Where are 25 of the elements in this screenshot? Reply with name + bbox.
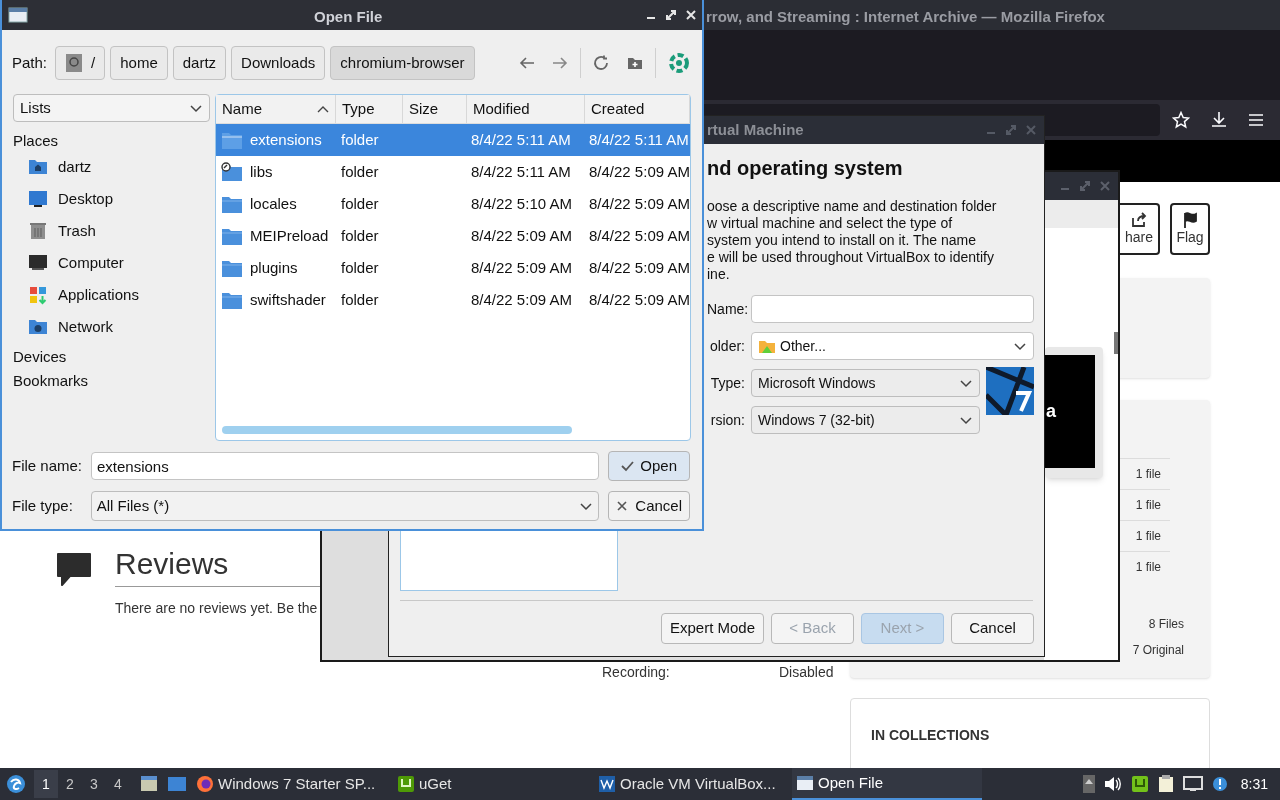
reviews-message: There are no reviews yet. Be the (115, 599, 318, 618)
detail-value: Disabled (779, 663, 834, 682)
file-count: 1 file (1135, 466, 1162, 483)
wizard-description: oose a descriptive name and destination folder w virtual machine and select the type of system you intend to install on it. The name e will be used throughout VirtualBox to identify ine. (707, 198, 998, 283)
clock: 8:31 (1240, 774, 1268, 794)
path-label: Path: (12, 52, 48, 73)
field-label: rsion: (709, 410, 745, 430)
file-count: 1 file (1135, 559, 1162, 576)
field-label: older: (708, 336, 745, 356)
file-count: 1 file (1135, 528, 1162, 545)
wizard-heading: nd operating system (707, 156, 904, 181)
field-label: File type: (12, 495, 74, 516)
window-title: rtual Machine (707, 119, 804, 140)
file-total: 8 Files (1148, 616, 1184, 633)
detail-label: Recording: (602, 663, 670, 682)
field-label: Type: (709, 373, 745, 393)
window-title: rrow, and Streaming : Internet Archive — Mozilla Firefox (706, 7, 1105, 27)
file-total: 7 Original (1132, 642, 1184, 659)
field-label: File name: (12, 455, 82, 476)
field-label: Name: (707, 299, 745, 319)
section-heading: IN COLLECTIONS (871, 726, 990, 745)
window-title: Open File (314, 7, 383, 27)
section-heading: Reviews (115, 547, 229, 579)
preview-text: a (1045, 400, 1056, 423)
file-count: 1 file (1135, 497, 1162, 514)
